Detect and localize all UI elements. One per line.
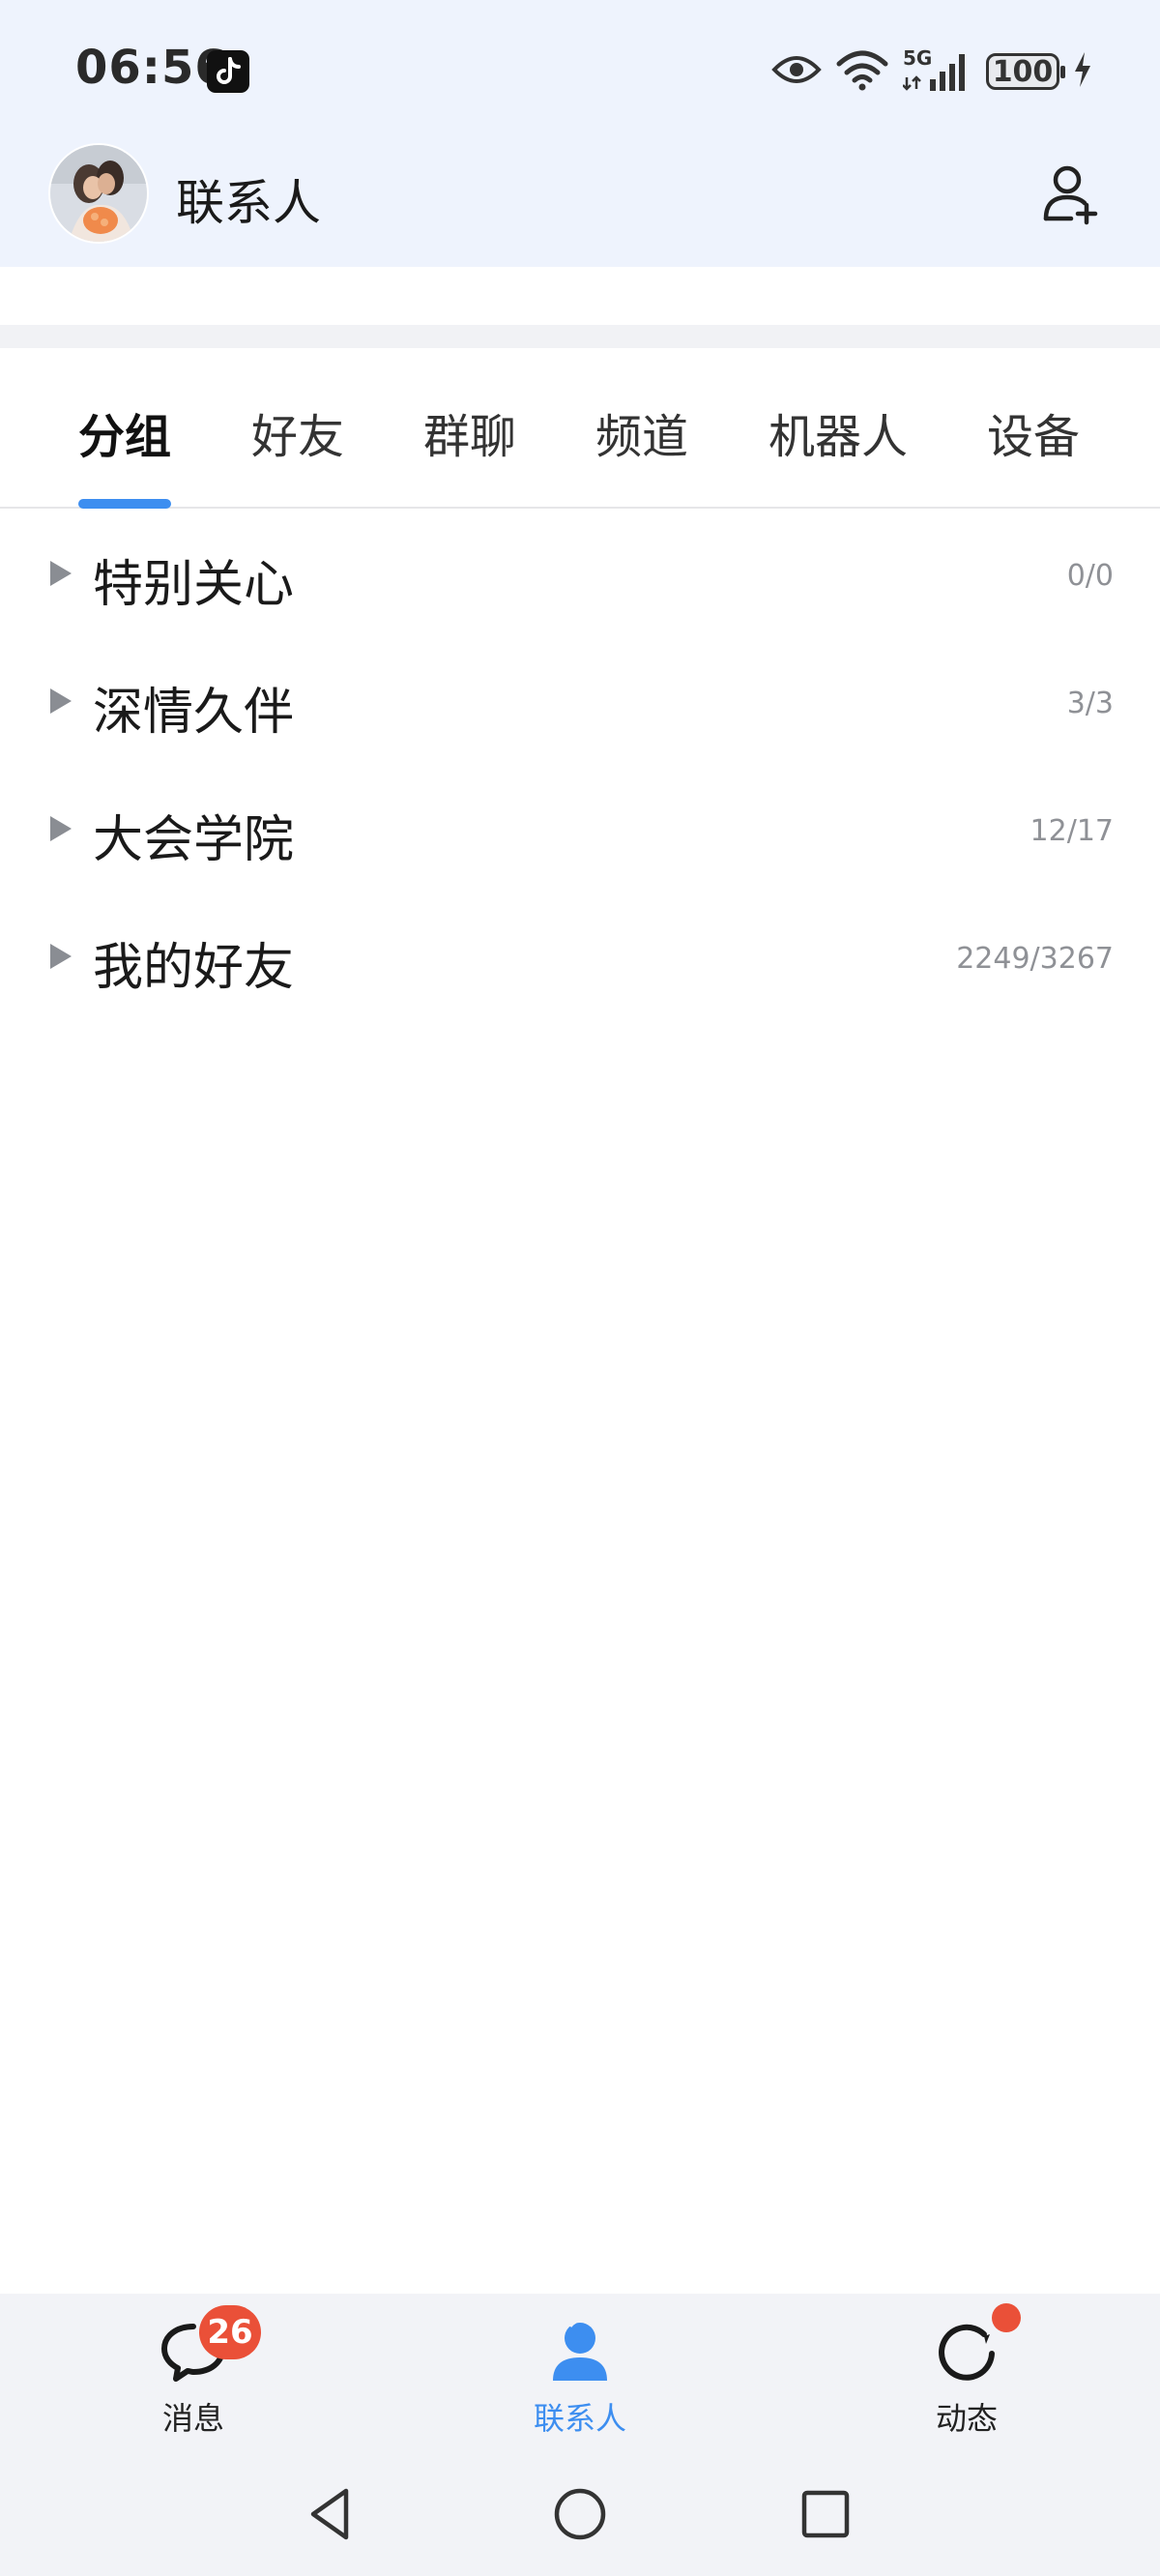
unread-badge: 26: [199, 2305, 261, 2359]
recents-square-icon: [801, 2490, 850, 2538]
group-row-special-care[interactable]: 特别关心 0/0: [0, 509, 1160, 636]
add-contact-button[interactable]: [1038, 159, 1108, 228]
group-name: 特别关心: [93, 556, 295, 614]
header: 联系人: [0, 143, 1160, 267]
group-row-deep-companion[interactable]: 深情久伴 3/3: [0, 636, 1160, 764]
contact-person-icon: [553, 2319, 607, 2381]
home-button[interactable]: [549, 2483, 611, 2549]
group-count: 0/0: [1066, 559, 1114, 593]
new-moments-dot: [992, 2303, 1021, 2332]
status-icons: 5G 100: [771, 44, 1092, 99]
recents-button[interactable]: [795, 2483, 856, 2549]
tiktok-icon: [207, 50, 249, 93]
expand-arrow-icon: [50, 944, 72, 969]
battery-level: 100: [992, 54, 1054, 89]
top-area: 06:56 5G 100 联系人: [0, 0, 1160, 267]
group-name: 大会学院: [93, 811, 295, 869]
nav-moments[interactable]: 动态: [870, 2294, 1063, 2452]
active-tab-indicator: [78, 499, 171, 509]
group-list: 特别关心 0/0 深情久伴 3/3 大会学院 12/17 我的好友 2249/3…: [0, 509, 1160, 1019]
nav-label-messages: 消息: [161, 2400, 224, 2437]
charging-icon: [1073, 50, 1092, 93]
nav-messages[interactable]: 26 消息: [97, 2294, 290, 2452]
bottom-nav: 26 消息 联系人 动态: [0, 2294, 1160, 2452]
battery-icon: 100: [986, 53, 1065, 90]
tab-channels[interactable]: 频道: [595, 398, 688, 466]
group-name: 我的好友: [93, 939, 295, 997]
nav-label-contacts: 联系人: [533, 2400, 626, 2437]
nav-contacts[interactable]: 联系人: [483, 2294, 677, 2452]
group-count: 2249/3267: [956, 942, 1114, 976]
nav-label-moments: 动态: [935, 2400, 998, 2437]
tab-group-chats[interactable]: 群聊: [423, 398, 516, 466]
expand-arrow-icon: [50, 561, 72, 586]
section-divider: [0, 325, 1160, 348]
tab-friends[interactable]: 好友: [251, 398, 344, 466]
signal-icon: 5G: [903, 46, 972, 95]
tab-devices[interactable]: 设备: [987, 398, 1080, 466]
system-nav-bar: [0, 2452, 1160, 2576]
tab-bar: 分组 好友 群聊 频道 机器人 设备: [0, 348, 1160, 509]
home-circle-icon: [554, 2488, 606, 2540]
add-user-icon: [1043, 165, 1098, 225]
group-row-college[interactable]: 大会学院 12/17: [0, 764, 1160, 892]
page-title: 联系人: [176, 175, 321, 231]
avatar[interactable]: [48, 143, 149, 244]
group-name: 深情久伴: [93, 684, 295, 742]
status-bar: 06:56 5G 100: [0, 0, 1160, 143]
back-triangle-icon: [310, 2488, 349, 2540]
group-count: 3/3: [1066, 687, 1114, 720]
status-time: 06:56: [75, 41, 228, 95]
search-strip: [0, 267, 1160, 325]
tab-groups[interactable]: 分组: [78, 398, 171, 466]
group-count: 12/17: [1030, 814, 1114, 848]
eye-icon: [771, 52, 822, 91]
back-button[interactable]: [302, 2483, 363, 2549]
wifi-icon: [835, 48, 889, 95]
expand-arrow-icon: [50, 816, 72, 841]
tab-robots[interactable]: 机器人: [768, 398, 908, 466]
expand-arrow-icon: [50, 688, 72, 714]
group-row-my-friends[interactable]: 我的好友 2249/3267: [0, 892, 1160, 1019]
